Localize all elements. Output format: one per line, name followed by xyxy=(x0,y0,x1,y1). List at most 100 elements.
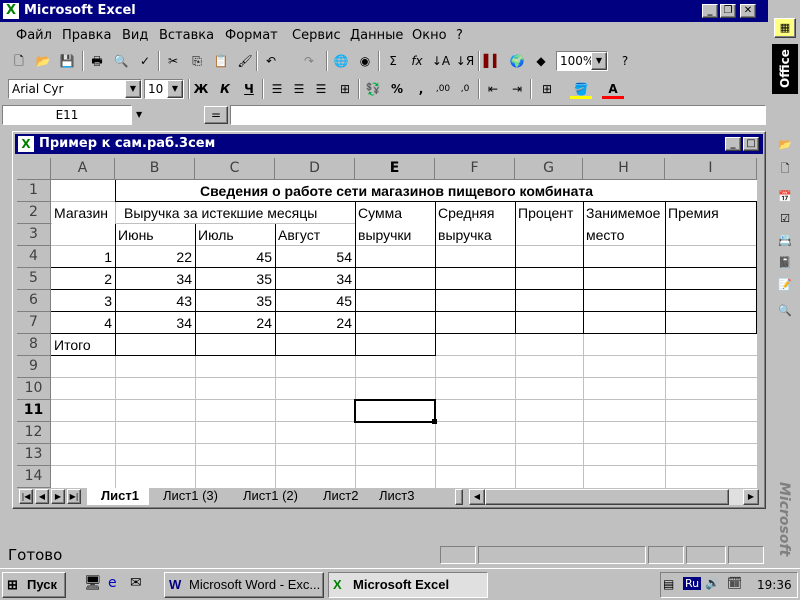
minimize-button[interactable]: _ xyxy=(702,4,718,18)
last-sheet-icon[interactable]: ▶| xyxy=(67,489,81,504)
menu-data[interactable]: Данные xyxy=(350,28,403,43)
table-cell[interactable]: 22 xyxy=(115,246,195,268)
sheet-tab[interactable]: Лист1 (2) xyxy=(231,488,313,505)
redo-icon[interactable]: ↷ xyxy=(298,51,320,71)
map-icon[interactable]: 🌍 xyxy=(506,51,528,71)
align-left-icon[interactable]: ☰ xyxy=(266,79,288,99)
header-average-cell[interactable]: Средняя xyxy=(435,202,497,224)
header-revenue-cell[interactable]: Выручка за истекшие месяцы xyxy=(121,202,320,224)
borders-icon[interactable]: ⊞ xyxy=(536,79,558,99)
header-shop-cell[interactable]: Магазин xyxy=(51,202,111,224)
print-preview-icon[interactable]: 🔍 xyxy=(110,51,132,71)
next-sheet-icon[interactable]: ▶ xyxy=(51,489,65,504)
column-header[interactable]: C xyxy=(195,158,275,180)
office-assistant-icon[interactable]: ? xyxy=(614,51,636,71)
excel-app-icon[interactable]: X xyxy=(3,3,19,19)
row-header[interactable]: 3 xyxy=(17,224,51,246)
table-cell[interactable]: 34 xyxy=(115,312,195,334)
undo-icon[interactable]: ↶ xyxy=(260,51,282,71)
header-month-cell[interactable]: Июль xyxy=(195,224,237,246)
header-percent-cell[interactable]: Процент xyxy=(515,202,576,224)
chart-wizard-icon[interactable]: ▌▍ xyxy=(482,51,504,71)
header-place-cell[interactable]: Занимемое xyxy=(583,202,663,224)
bold-button[interactable]: Ж xyxy=(190,79,212,99)
spreadsheet-grid[interactable]: A B C D E F G H I 1 2 3 4 5 6 7 8 9 10 1… xyxy=(17,158,757,488)
row-header[interactable]: 8 xyxy=(17,334,51,356)
header-sum-cell[interactable]: выручки xyxy=(355,224,414,246)
table-cell[interactable]: 35 xyxy=(195,290,275,312)
contact-icon[interactable]: 📇 xyxy=(774,232,796,252)
drawing-icon[interactable]: ◆ xyxy=(530,51,552,71)
italic-button[interactable]: К xyxy=(214,79,236,99)
cut-icon[interactable]: ✂ xyxy=(162,51,184,71)
row-header[interactable]: 4 xyxy=(17,246,51,268)
scheduler-icon[interactable]: 🗓 xyxy=(727,576,742,590)
merge-center-icon[interactable]: ⊞ xyxy=(334,79,356,99)
header-month-cell[interactable]: Август xyxy=(275,224,323,246)
table-cell[interactable]: 3 xyxy=(51,290,115,312)
sheet-tab[interactable]: Лист3 xyxy=(369,488,429,505)
menu-file[interactable]: Файл xyxy=(16,28,52,43)
sheet-tab[interactable]: Лист1 (3) xyxy=(151,488,231,505)
horizontal-scrollbar[interactable]: ◀ ▶ xyxy=(469,489,759,505)
table-cell[interactable]: 2 xyxy=(51,268,115,290)
row-header[interactable]: 5 xyxy=(17,268,51,290)
header-month-cell[interactable]: Июнь xyxy=(115,224,157,246)
taskbar-excel-button[interactable]: X Microsoft Excel xyxy=(328,572,488,598)
header-place-cell[interactable]: место xyxy=(583,224,627,246)
menu-view[interactable]: Вид xyxy=(122,28,148,43)
menu-edit[interactable]: Правка xyxy=(62,28,111,43)
hyperlink-icon[interactable]: 🌐 xyxy=(330,51,352,71)
column-header[interactable]: E xyxy=(355,158,435,180)
comma-style-icon[interactable]: , xyxy=(410,79,432,99)
formula-equals-button[interactable]: = xyxy=(204,106,228,124)
row-header[interactable]: 13 xyxy=(17,444,51,466)
font-color-icon[interactable]: A xyxy=(602,79,624,99)
table-cell[interactable]: 24 xyxy=(275,312,355,334)
column-header[interactable]: G xyxy=(515,158,583,180)
format-painter-icon[interactable]: 🖌 xyxy=(234,51,256,71)
prev-sheet-icon[interactable]: ◀ xyxy=(35,489,49,504)
row-header[interactable]: 9 xyxy=(17,356,51,378)
row-header[interactable]: 12 xyxy=(17,422,51,444)
close-button[interactable]: ✕ xyxy=(740,4,756,18)
table-cell[interactable]: 34 xyxy=(275,268,355,290)
total-label-cell[interactable]: Итого xyxy=(51,334,94,356)
column-header[interactable]: A xyxy=(51,158,115,180)
table-cell[interactable]: 24 xyxy=(195,312,275,334)
language-indicator[interactable]: Ru xyxy=(683,577,702,590)
save-icon[interactable]: 💾 xyxy=(56,51,78,71)
volume-icon[interactable]: 🔊 xyxy=(705,576,720,590)
fill-handle[interactable] xyxy=(432,419,437,424)
sort-descending-icon[interactable]: ↓Я xyxy=(454,51,476,71)
restore-button[interactable]: ❐ xyxy=(720,4,736,18)
zoom-select[interactable]: 100% ▼ xyxy=(556,51,608,71)
column-header[interactable]: B xyxy=(115,158,195,180)
table-cell[interactable]: 34 xyxy=(115,268,195,290)
open-icon[interactable]: 📂 xyxy=(32,51,54,71)
workbook-maximize-button[interactable]: □ xyxy=(743,137,759,151)
menu-insert[interactable]: Вставка xyxy=(159,28,214,43)
function-icon[interactable]: fx xyxy=(406,51,428,71)
table-cell[interactable]: 43 xyxy=(115,290,195,312)
autosum-icon[interactable]: Σ xyxy=(382,51,404,71)
workbook-icon[interactable]: X xyxy=(18,136,34,152)
header-bonus-cell[interactable]: Премия xyxy=(665,202,722,224)
quick-launch-desktop-icon[interactable]: 🖥 xyxy=(84,575,102,591)
menu-format[interactable]: Формат xyxy=(225,28,278,43)
currency-icon[interactable]: 💱 xyxy=(362,79,384,99)
scroll-right-icon[interactable]: ▶ xyxy=(743,489,759,505)
column-header[interactable]: F xyxy=(435,158,515,180)
scroll-thumb[interactable] xyxy=(485,489,729,505)
paste-icon[interactable]: 📋 xyxy=(210,51,232,71)
align-right-icon[interactable]: ☰ xyxy=(310,79,332,99)
new-office-document-icon[interactable]: 🗋 xyxy=(774,160,796,180)
chevron-down-icon[interactable]: ▼ xyxy=(167,80,183,98)
fill-color-icon[interactable]: 🪣 xyxy=(570,79,592,99)
appointment-icon[interactable]: 📅 xyxy=(774,188,796,208)
column-header[interactable]: D xyxy=(275,158,355,180)
row-header[interactable]: 11 xyxy=(17,400,51,422)
print-icon[interactable]: 🖶 xyxy=(86,51,108,71)
formula-input[interactable] xyxy=(230,105,766,125)
sheet-tab-active[interactable]: Лист1 xyxy=(87,488,149,505)
